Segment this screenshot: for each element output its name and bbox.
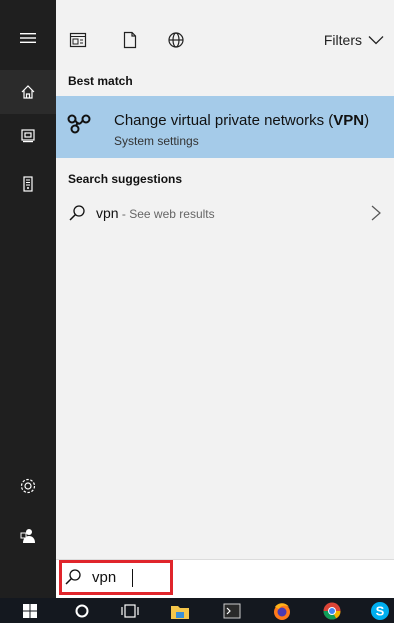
home-icon — [21, 85, 35, 99]
document-icon — [123, 31, 137, 49]
search-input[interactable] — [92, 566, 162, 588]
best-match-heading: Best match — [68, 74, 133, 88]
chevron-right-icon — [371, 205, 381, 221]
firefox-button[interactable] — [270, 600, 294, 621]
cortana-icon — [75, 604, 89, 617]
settings-button[interactable] — [0, 464, 56, 508]
documents-icon — [21, 129, 35, 143]
search-results-panel: Filters Best match Change virtual privat… — [56, 0, 394, 598]
user-icon — [20, 529, 35, 543]
results-toolbar: Filters — [56, 22, 394, 58]
home-button[interactable] — [0, 70, 56, 114]
chevron-down-icon — [368, 36, 384, 45]
chrome-button[interactable] — [320, 600, 344, 621]
text-cursor — [132, 569, 133, 587]
suggestion-text: vpn - See web results — [96, 205, 215, 221]
best-match-title: Change virtual private networks (VPN) — [114, 112, 370, 129]
task-view-icon — [121, 603, 139, 618]
left-rail — [0, 0, 56, 598]
firefox-icon — [274, 602, 290, 620]
search-suggestions-heading: Search suggestions — [68, 172, 183, 186]
filters-dropdown[interactable]: Filters — [324, 32, 384, 48]
file-explorer-button[interactable] — [168, 600, 192, 621]
terminal-icon — [223, 603, 241, 618]
folder-icon — [171, 605, 189, 619]
settings-icon — [20, 478, 36, 494]
windows-logo-icon — [23, 603, 37, 618]
svg-text:S: S — [376, 603, 385, 618]
documents-filter-button[interactable] — [118, 28, 142, 52]
best-match-subtitle: System settings — [114, 134, 199, 148]
filters-label: Filters — [323, 32, 362, 48]
taskbar: S — [0, 598, 394, 623]
user-button[interactable] — [0, 514, 56, 558]
device-icon — [23, 176, 33, 192]
globe-icon — [168, 32, 184, 48]
cortana-button[interactable] — [70, 600, 94, 621]
documents-button[interactable] — [0, 114, 56, 158]
best-match-result[interactable]: Change virtual private networks (VPN) Sy… — [56, 96, 394, 158]
device-button[interactable] — [0, 162, 56, 206]
skype-icon: S — [371, 601, 389, 620]
start-button[interactable] — [18, 600, 42, 621]
menu-button[interactable] — [0, 16, 56, 60]
web-suggestion-item[interactable]: vpn - See web results — [56, 198, 394, 230]
apps-icon — [69, 32, 87, 48]
vpn-icon — [67, 114, 91, 134]
task-view-button[interactable] — [118, 600, 142, 621]
terminal-button[interactable] — [220, 600, 244, 621]
search-box — [56, 559, 394, 598]
web-filter-button[interactable] — [164, 28, 188, 52]
search-icon — [65, 569, 81, 585]
skype-button[interactable]: S — [368, 600, 392, 621]
chrome-icon — [323, 602, 341, 620]
search-icon — [69, 205, 85, 221]
apps-filter-button[interactable] — [66, 28, 90, 52]
menu-icon — [20, 33, 36, 43]
